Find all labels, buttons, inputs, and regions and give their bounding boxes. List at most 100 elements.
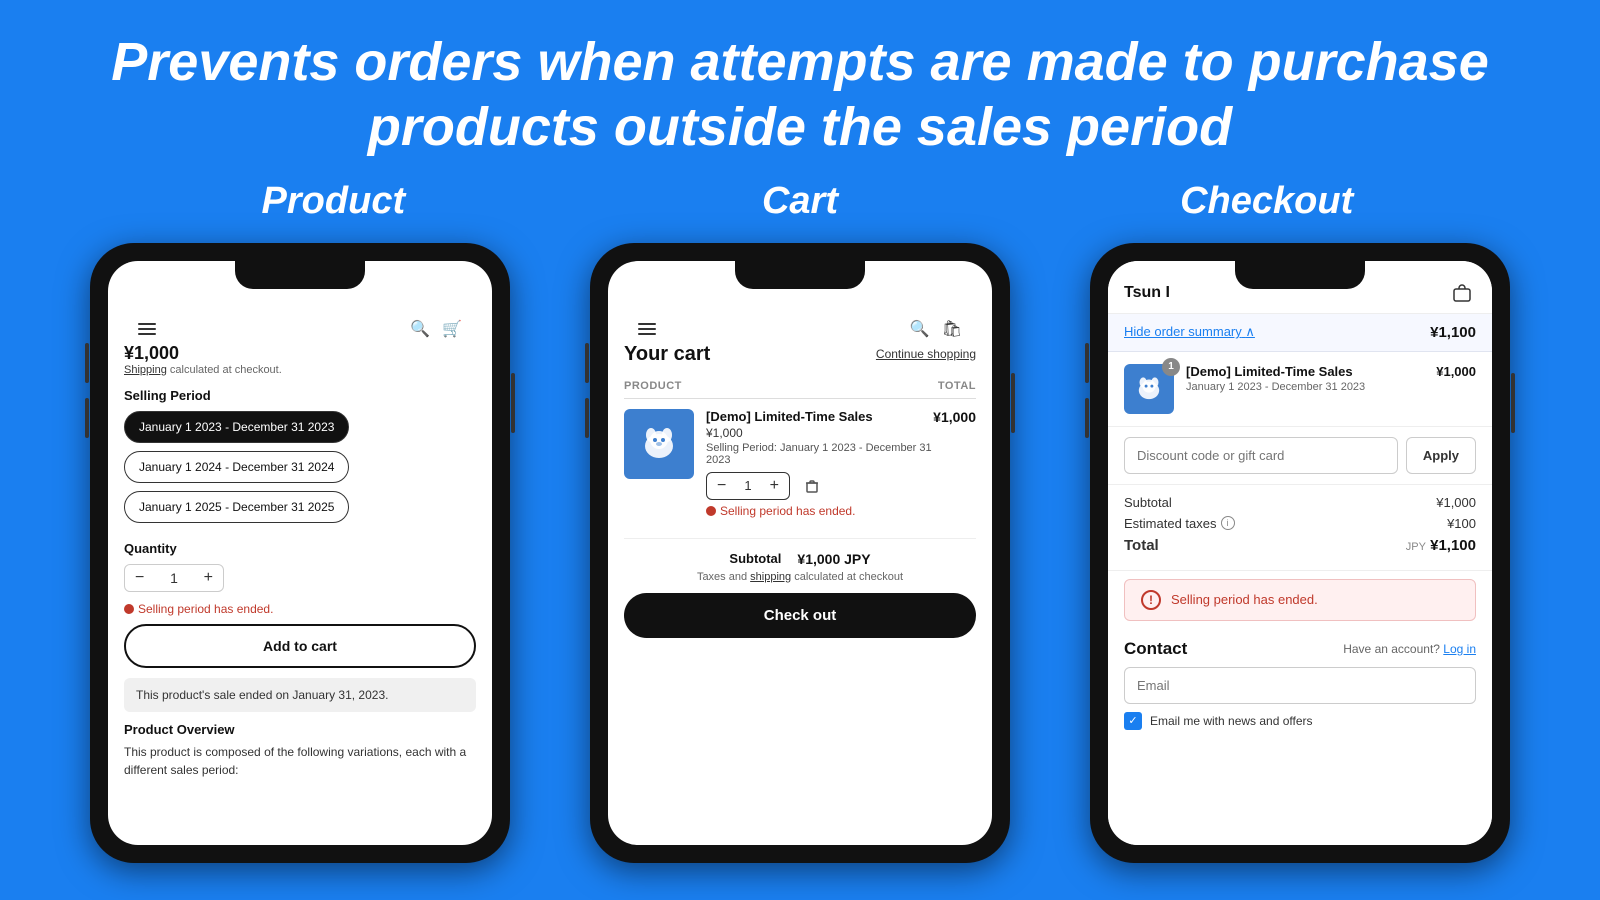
checkout-cart-icon — [1448, 279, 1476, 307]
taxes-row: Estimated taxes i ¥100 — [1124, 516, 1476, 531]
product-topnav: 🔍 🛒 — [124, 311, 476, 343]
phone-checkout: Tsun I Hide order summary ∧ ¥1,100 — [1090, 243, 1510, 863]
checkout-button[interactable]: Check out — [624, 593, 976, 638]
cart-col-product: PRODUCT — [624, 380, 682, 392]
discount-row: Apply — [1108, 427, 1492, 485]
total-row: Total JPY ¥1,100 — [1124, 537, 1476, 554]
qty-plus-btn[interactable]: + — [204, 569, 213, 587]
section-label-product: Product — [100, 180, 567, 223]
period-option-2025[interactable]: January 1 2025 - December 31 2025 — [124, 491, 349, 523]
cart-qty-minus[interactable]: − — [707, 473, 736, 499]
checkout-error-banner: ! Selling period has ended. — [1124, 579, 1476, 621]
cart-subtotal-row: Subtotal ¥1,000 JPY — [624, 551, 976, 567]
item-badge: 1 — [1162, 358, 1180, 376]
cart-topnav: 🔍 🛍 — [624, 311, 976, 343]
search-icon[interactable]: 🔍 — [410, 319, 430, 339]
side-btn-7 — [1085, 343, 1089, 383]
product-price: ¥1,000 — [124, 343, 476, 364]
shipping-link[interactable]: Shipping — [124, 364, 167, 376]
period-option-2024[interactable]: January 1 2024 - December 31 2024 — [124, 451, 349, 483]
totals-section: Subtotal ¥1,000 Estimated taxes i ¥100 T… — [1108, 485, 1492, 571]
page-wrapper: Prevents orders when attempts are made t… — [0, 0, 1600, 863]
cart-screen: 🔍 🛍 Your cart Continue shopping PRODUCT … — [608, 261, 992, 845]
order-item-period: January 1 2023 - December 31 2023 — [1186, 381, 1424, 393]
period-option-2023[interactable]: January 1 2023 - December 31 2023 — [124, 411, 349, 443]
total-value: JPY ¥1,100 — [1406, 537, 1476, 554]
qty-value: 1 — [170, 570, 178, 586]
cart-icon[interactable]: 🛒 — [442, 319, 462, 339]
order-summary-link-text: Hide order summary — [1124, 324, 1242, 339]
qty-minus-btn[interactable]: − — [135, 569, 144, 587]
cart-search-icon[interactable]: 🔍 — [910, 319, 930, 339]
cart-item-row: [Demo] Limited-Time Sales ¥1,000 Selling… — [624, 409, 976, 518]
cart-error-text: Selling period has ended. — [720, 504, 855, 518]
cart-col-total: TOTAL — [938, 380, 976, 392]
cart-qty-control: − 1 + — [706, 472, 790, 500]
order-summary-body: 1 [Demo] Limited-Time Sales January 1 20… — [1108, 352, 1492, 427]
newsletter-checkbox[interactable]: ✓ — [1124, 712, 1142, 730]
sale-ended-text: This product's sale ended on January 31,… — [136, 688, 388, 702]
cart-subtotal-section: Subtotal ¥1,000 JPY Taxes and shipping c… — [624, 538, 976, 638]
checkout-error-text: Selling period has ended. — [1171, 592, 1318, 607]
contact-login: Have an account? Log in — [1343, 642, 1476, 656]
order-summary-toggle[interactable]: Hide order summary ∧ ¥1,100 — [1108, 314, 1492, 352]
product-overview-title: Product Overview — [124, 722, 476, 737]
contact-title: Contact — [1124, 639, 1187, 659]
selling-period-label: Selling Period — [124, 388, 476, 403]
section-labels: Product Cart Checkout — [0, 170, 1600, 233]
cart-error-dot — [706, 506, 716, 516]
order-item-name: [Demo] Limited-Time Sales — [1186, 364, 1424, 379]
side-btn-5 — [585, 398, 589, 438]
continue-shopping-link[interactable]: Continue shopping — [876, 347, 976, 361]
subtotal-label: Subtotal — [1124, 495, 1172, 510]
phones-row: 🔍 🛒 ¥1,000 Shipping calculated at checko… — [0, 233, 1600, 863]
cart-qty-plus[interactable]: + — [760, 473, 789, 499]
newsletter-checkbox-row: ✓ Email me with news and offers — [1124, 712, 1476, 730]
total-amount: ¥1,100 — [1430, 537, 1476, 554]
order-item-image: 1 — [1124, 364, 1174, 414]
notch-product — [235, 261, 365, 289]
side-btn-6 — [1011, 373, 1015, 433]
shipping-link-cart[interactable]: shipping — [750, 571, 791, 583]
checkout-product-image — [1133, 373, 1165, 405]
order-item-details: [Demo] Limited-Time Sales January 1 2023… — [1186, 364, 1424, 393]
order-item-price: ¥1,000 — [1436, 364, 1476, 379]
cart-subtotal-val: ¥1,000 JPY — [797, 551, 870, 567]
checkmark-icon: ✓ — [1128, 714, 1137, 727]
apply-button[interactable]: Apply — [1406, 437, 1476, 474]
subtotal-row: Subtotal ¥1,000 — [1124, 495, 1476, 510]
side-btn-1 — [85, 343, 89, 383]
section-label-cart: Cart — [567, 180, 1034, 223]
email-input[interactable] — [1124, 667, 1476, 704]
total-currency: JPY — [1406, 541, 1426, 553]
order-summary-link[interactable]: Hide order summary ∧ — [1124, 324, 1255, 340]
cart-hamburger-icon[interactable] — [638, 323, 656, 335]
side-btn-9 — [1511, 373, 1515, 433]
side-btn-2 — [85, 398, 89, 438]
shipping-suffix: calculated at checkout. — [170, 364, 282, 376]
cart-error-msg: Selling period has ended. — [706, 504, 976, 518]
cart-item-details: [Demo] Limited-Time Sales ¥1,000 Selling… — [706, 409, 976, 518]
discount-input[interactable] — [1124, 437, 1398, 474]
checkout-screen: Tsun I Hide order summary ∧ ¥1,100 — [1108, 261, 1492, 845]
phone-cart: 🔍 🛍 Your cart Continue shopping PRODUCT … — [590, 243, 1010, 863]
cart-bag-icon[interactable]: 🛍 — [942, 319, 962, 339]
header: Prevents orders when attempts are made t… — [0, 0, 1600, 170]
error-circle-icon: ! — [1141, 590, 1161, 610]
sale-ended-box: This product's sale ended on January 31,… — [124, 678, 476, 712]
cart-item-image — [624, 409, 694, 479]
order-summary-total: ¥1,100 — [1430, 324, 1476, 341]
hamburger-icon[interactable] — [138, 323, 156, 335]
order-item-row: 1 [Demo] Limited-Time Sales January 1 20… — [1124, 364, 1476, 414]
section-label-checkout: Checkout — [1033, 180, 1500, 223]
tax-note-suffix: calculated at checkout — [794, 571, 903, 583]
product-overview-text: This product is composed of the followin… — [124, 743, 476, 779]
cart-header-row: PRODUCT TOTAL — [624, 380, 976, 399]
add-to-cart-button[interactable]: Add to cart — [124, 624, 476, 668]
product-error-text: Selling period has ended. — [138, 602, 273, 616]
notch-checkout — [1235, 261, 1365, 289]
subtotal-value: ¥1,000 — [1436, 495, 1476, 510]
login-link[interactable]: Log in — [1443, 642, 1476, 656]
cart-delete-button[interactable] — [798, 472, 826, 500]
product-shipping: Shipping calculated at checkout. — [124, 364, 476, 376]
